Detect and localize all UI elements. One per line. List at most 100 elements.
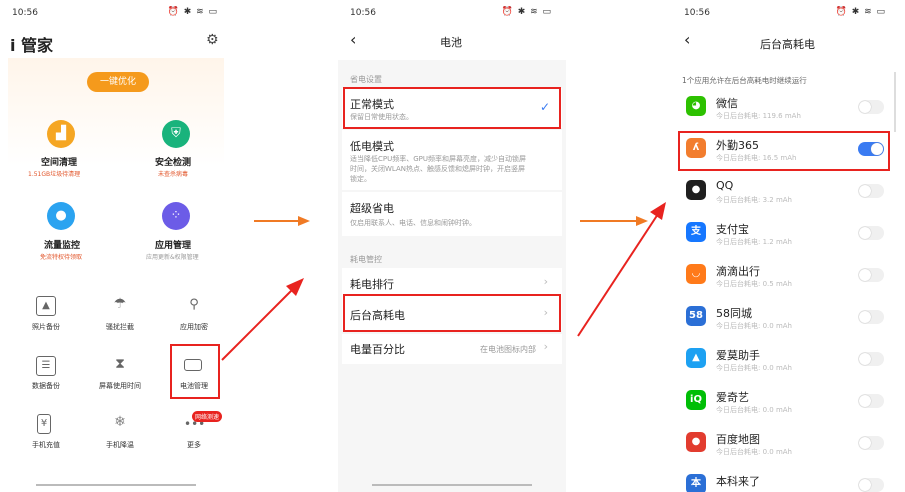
background-toggle[interactable] <box>858 310 884 324</box>
section-power-saving: 省电设置 <box>350 75 382 84</box>
grid-label: 屏幕使用时间 <box>99 382 141 390</box>
phone-background-high-power: 10:56 ⏰ ✱ ≋ ▭ ‹ 后台高耗电 1个应用允许在后台高耗电时继续运行 … <box>672 0 900 492</box>
status-icons: ⏰ ✱ ≋ ▭ <box>835 7 886 17</box>
umbrella-icon: ☂ <box>113 296 127 312</box>
toggle-knob <box>859 185 871 197</box>
image-icon: ▲ <box>36 296 56 316</box>
app-usage: 今日后台耗电: 1.2 mAh <box>716 238 792 246</box>
app-name: 支付宝 <box>716 223 749 236</box>
back-icon[interactable]: ‹ <box>684 30 690 49</box>
app-name: 爱奇艺 <box>716 391 749 404</box>
option-label: 超级省电 <box>350 202 394 215</box>
status-time: 10:56 <box>684 8 710 18</box>
page-title: i 管家 <box>10 36 54 55</box>
hourglass-icon: ⧗ <box>115 356 125 372</box>
phone-battery: 10:56 ⏰ ✱ ≋ ▭ ‹ 电池 省电设置 正常模式 保留日常使用状态。 ✓… <box>338 0 566 492</box>
toggle-knob <box>859 479 871 491</box>
red-arrow-icon <box>221 278 304 361</box>
toggle-knob <box>859 353 871 365</box>
app-icon: 58 <box>686 306 706 326</box>
app-icon: 支 <box>686 222 706 242</box>
app-name: 爱莫助手 <box>716 349 760 362</box>
app-usage: 今日后台耗电: 0.5 mAh <box>716 280 792 288</box>
highlight-normal-mode <box>343 87 561 129</box>
background-toggle[interactable] <box>858 226 884 240</box>
water-drop-icon: ● <box>47 202 75 230</box>
status-bar: 10:56 ⏰ ✱ ≋ ▭ <box>672 0 900 24</box>
status-icons: ⏰ ✱ ≋ ▭ <box>167 7 218 17</box>
app-row: ● 百度地图 今日后台耗电: 0.0 mAh <box>672 428 900 468</box>
background-toggle[interactable] <box>858 478 884 492</box>
grid-label: 照片备份 <box>32 323 60 331</box>
toggle-knob <box>859 269 871 281</box>
low-power-mode-option[interactable]: 低电模式 适当降低CPU频率、GPU频率和屏幕亮度，减少自动锁屏时间，关闭WLA… <box>342 130 562 190</box>
back-icon[interactable]: ‹ <box>350 30 356 49</box>
dashboard-panel <box>8 58 224 328</box>
app-icon: ◡ <box>686 264 706 284</box>
option-sub: 仅启用联系人、电话、信息和闹钟时钟。 <box>350 219 476 227</box>
app-usage: 今日后台耗电: 0.0 mAh <box>716 364 792 372</box>
app-name: 本科来了 <box>716 475 760 488</box>
background-toggle[interactable] <box>858 394 884 408</box>
app-usage: 今日后台耗电: 0.0 mAh <box>716 406 792 414</box>
background-toggle[interactable] <box>858 184 884 198</box>
lock-icon: ⚲ <box>189 297 199 312</box>
database-icon: ☰ <box>36 356 56 376</box>
tile-label: 安全检测 <box>155 158 192 168</box>
grid-label: 应用加密 <box>180 323 208 331</box>
app-usage: 今日后台耗电: 119.6 mAh <box>716 112 801 120</box>
battery-percent-row[interactable]: 电量百分比 在电池图标内部 › <box>342 334 562 364</box>
background-toggle[interactable] <box>858 436 884 450</box>
tile-label: 空间清理 <box>41 158 78 168</box>
toggle-knob <box>859 437 871 449</box>
grid-label: 更多 <box>187 441 201 449</box>
app-name: 百度地图 <box>716 433 760 446</box>
row-label: 电量百分比 <box>350 343 405 356</box>
app-row: iQ 爱奇艺今日后台耗电: 0.0 mAh <box>672 386 900 426</box>
snowflake-icon: ❄ <box>114 414 126 430</box>
tile-sub: 1.51GB垃圾待清理 <box>28 171 81 178</box>
app-row: 本本科来了 <box>672 470 900 492</box>
page-title: 后台高耗电 <box>760 38 815 51</box>
app-row: 58 58同城 今日后台耗电: 0.0 mAh <box>672 302 900 342</box>
row-value: 在电池图标内部 <box>480 345 536 354</box>
broom-icon: ▟ <box>47 120 75 148</box>
status-bar: 10:56 ⏰ ✱ ≋ ▭ <box>338 0 566 24</box>
app-icon: ▲ <box>686 348 706 368</box>
grid-label: 手机降温 <box>106 441 134 449</box>
toggle-knob <box>859 227 871 239</box>
app-row: ◡ 滴滴出行 今日后台耗电: 0.5 mAh <box>672 260 900 300</box>
tile-label: 流量监控 <box>44 241 81 251</box>
highlight-waiqin365 <box>678 131 890 171</box>
network-speed-badge: 网络测速 <box>192 411 223 422</box>
status-time: 10:56 <box>12 8 38 18</box>
chevron-right-icon: › <box>543 340 548 353</box>
shield-icon: ⛨ <box>162 120 190 148</box>
background-toggle[interactable] <box>858 100 884 114</box>
grid-label: 数据备份 <box>32 382 60 390</box>
home-indicator <box>372 484 532 486</box>
settings-icon[interactable]: ⚙ <box>206 32 219 48</box>
app-row: 支支付宝今日后台耗电: 1.2 mAh <box>672 218 900 258</box>
tile-sub: 免流特权待领取 <box>40 254 83 261</box>
toggle-knob <box>859 395 871 407</box>
phone-i-manager: 10:56 ⏰ ✱ ≋ ▭ i 管家 ⚙ 一键优化 ▟ 空间清理 1.51GB垃… <box>0 0 232 492</box>
background-toggle[interactable] <box>858 268 884 282</box>
status-time: 10:56 <box>350 8 376 18</box>
app-icon: 本 <box>686 474 706 492</box>
background-toggle[interactable] <box>858 352 884 366</box>
red-arrow-icon <box>577 202 666 337</box>
super-power-saving-option[interactable]: 超级省电 仅启用联系人、电话、信息和闹钟时钟。 <box>342 192 562 236</box>
header: ‹ 电池 <box>338 24 566 60</box>
app-row: ◕ 微信 今日后台耗电: 119.6 mAh <box>672 92 900 132</box>
page-title: 电池 <box>440 36 462 49</box>
app-row: ● QQ 今日后台耗电: 3.2 mAh <box>672 176 900 216</box>
app-icon: iQ <box>686 390 706 410</box>
highlight-background-high-power <box>343 294 561 332</box>
app-usage: 今日后台耗电: 3.2 mAh <box>716 196 792 204</box>
home-indicator <box>36 484 196 486</box>
app-icon: ● <box>686 180 706 200</box>
app-name: QQ <box>716 179 734 192</box>
one-key-optimize-button[interactable]: 一键优化 <box>87 72 149 92</box>
toggle-knob <box>859 101 871 113</box>
